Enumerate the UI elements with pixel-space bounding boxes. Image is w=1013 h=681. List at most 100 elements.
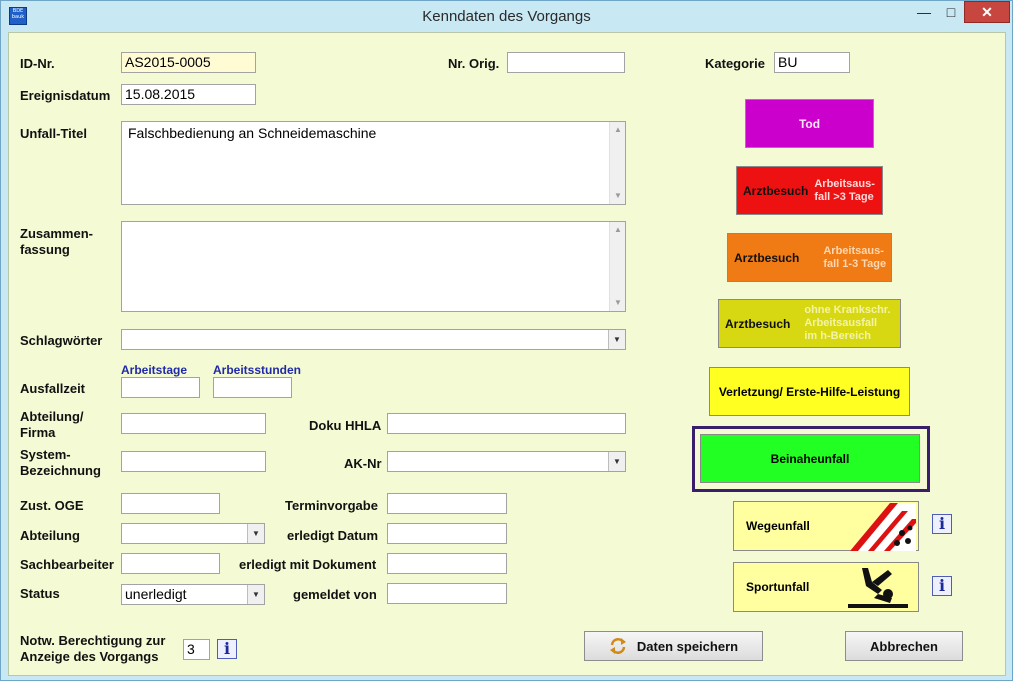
system-bezeichnung-field[interactable] <box>121 451 266 472</box>
scrollbar[interactable]: ▲ ▼ <box>609 122 625 204</box>
zust-oge-label: Zust. OGE <box>20 498 84 513</box>
wegeunfall-button[interactable]: Wegeunfall <box>733 501 919 551</box>
sportunfall-info-icon[interactable]: i <box>932 576 952 596</box>
doku-hhla-field[interactable] <box>387 413 626 434</box>
arbeitsausfall-rot-label: Arbeitsaus- fall >3 Tage <box>814 178 875 204</box>
system-label-line2: Bezeichnung <box>20 463 101 478</box>
tod-button[interactable]: Tod <box>745 99 874 148</box>
erledigt-dokument-label: erledigt mit Dokument <box>239 557 377 572</box>
wegeunfall-label: Wegeunfall <box>746 519 810 533</box>
window-title: Kenndaten des Vorgangs <box>422 8 591 25</box>
scrollbar[interactable]: ▲ ▼ <box>609 222 625 311</box>
cancel-button[interactable]: Abbrechen <box>845 631 963 661</box>
arbeitstage-label: Arbeitstage <box>121 363 188 377</box>
nr-orig-field[interactable] <box>507 52 625 73</box>
scroll-down-icon[interactable]: ▼ <box>610 188 626 204</box>
sportunfall-label: Sportunfall <box>746 580 810 594</box>
chevron-down-icon[interactable]: ▼ <box>247 585 264 604</box>
beinaheunfall-label: Beinaheunfall <box>770 451 850 466</box>
maximize-button[interactable]: □ <box>938 1 964 23</box>
ak-nr-dropdown[interactable]: ▼ <box>387 451 626 472</box>
unfall-titel-value: Falschbedienung an Schneidemaschine <box>128 125 377 141</box>
arbeitsausfall-orange-line2: fall 1-3 Tage <box>823 257 887 270</box>
form-area: ID-Nr. AS2015-0005 Nr. Orig. Kategorie B… <box>8 32 1006 676</box>
arbeitsstunden-field[interactable] <box>213 377 292 398</box>
abteilung-firma-label: Abteilung/ Firma <box>20 409 84 441</box>
erledigt-dokument-field[interactable] <box>387 553 507 574</box>
doku-hhla-label: Doku HHLA <box>309 418 382 433</box>
road-hazard-icon <box>850 503 916 551</box>
ereignisdatum-field[interactable]: 15.08.2015 <box>121 84 256 105</box>
ak-nr-label: AK-Nr <box>344 456 382 471</box>
chevron-down-icon[interactable]: ▼ <box>608 452 625 471</box>
ohne-krankschr-line2: Arbeitsausfall <box>804 317 878 329</box>
arbeitstage-field[interactable] <box>121 377 200 398</box>
system-bezeichnung-label: System- Bezeichnung <box>20 447 101 479</box>
arztbesuch-rot-label: Arztbesuch <box>743 183 809 198</box>
notw-berechtigung-label: Notw. Berechtigung zur Anzeige des Vorga… <box>20 633 165 665</box>
title-bar: BDE bauk Kenndaten des Vorgangs — □ ✕ <box>1 1 1012 31</box>
close-button[interactable]: ✕ <box>964 1 1010 23</box>
kategorie-field[interactable]: BU <box>774 52 850 73</box>
terminvorgabe-field[interactable] <box>387 493 507 514</box>
zusammenfassung-label-line2: fassung <box>20 242 70 257</box>
arbeitsausfall-orange-line1: Arbeitsaus- <box>823 244 884 257</box>
abteilung-firma-label-line1: Abteilung/ <box>20 409 84 424</box>
sachbearbeiter-field[interactable] <box>121 553 220 574</box>
ohne-krankschr-line1: ohne Krankschr. <box>804 304 891 316</box>
nr-orig-label: Nr. Orig. <box>448 56 500 71</box>
abteilung-firma-field[interactable] <box>121 413 266 434</box>
scroll-up-icon[interactable]: ▲ <box>610 122 626 138</box>
zusammenfassung-label: Zusammen- fassung <box>20 226 93 258</box>
kategorie-label: Kategorie <box>705 56 765 71</box>
abteilung-firma-label-line2: Firma <box>20 425 56 440</box>
zust-oge-field[interactable] <box>121 493 220 514</box>
verletzung-label: Verletzung/ Erste-Hilfe-Leistung <box>718 384 901 399</box>
save-button[interactable]: Daten speichern <box>584 631 763 661</box>
ohne-krankschr-line3: im h-Bereich <box>804 330 871 342</box>
arbeitsausfall-orange-label: Arbeitsaus- fall 1-3 Tage <box>823 245 886 271</box>
id-label: ID-Nr. <box>20 56 55 71</box>
beinaheunfall-button[interactable]: Beinaheunfall <box>700 434 920 483</box>
info-icon[interactable]: i <box>217 639 237 659</box>
verletzung-button[interactable]: Verletzung/ Erste-Hilfe-Leistung <box>709 367 910 416</box>
arztbesuch-gelb-button[interactable]: Arztbesuch ohne Krankschr. Arbeitsausfal… <box>718 299 901 348</box>
save-button-label: Daten speichern <box>636 638 739 654</box>
abteilung-dropdown[interactable]: ▼ <box>121 523 265 544</box>
chevron-down-icon[interactable]: ▼ <box>247 524 264 543</box>
id-field[interactable]: AS2015-0005 <box>121 52 256 73</box>
schlagwoerter-label: Schlagwörter <box>20 333 103 348</box>
arztbesuch-rot-button[interactable]: Arztbesuch Arbeitsaus- fall >3 Tage <box>736 166 883 215</box>
arbeitsausfall-rot-line1: Arbeitsaus- <box>814 177 875 190</box>
schlagwoerter-dropdown[interactable]: ▼ <box>121 329 626 350</box>
notw-berechtigung-field[interactable]: 3 <box>183 639 210 660</box>
system-label-line1: System- <box>20 447 71 462</box>
arztbesuch-orange-label: Arztbesuch <box>734 250 800 265</box>
notw-label-line2: Anzeige des Vorgangs <box>20 649 159 664</box>
wegeunfall-info-icon[interactable]: i <box>932 514 952 534</box>
zusammenfassung-textarea[interactable]: ▲ ▼ <box>121 221 626 312</box>
gemeldet-von-field[interactable] <box>387 583 507 604</box>
sportunfall-button[interactable]: Sportunfall <box>733 562 919 612</box>
sachbearbeiter-label: Sachbearbeiter <box>20 557 114 572</box>
arztbesuch-orange-button[interactable]: Arztbesuch Arbeitsaus- fall 1-3 Tage <box>727 233 892 282</box>
status-value: unerledigt <box>125 586 187 602</box>
status-label: Status <box>20 586 60 601</box>
ohne-krankschr-label: ohne Krankschr. Arbeitsausfall im h-Bere… <box>804 304 890 343</box>
unfall-titel-label: Unfall-Titel <box>20 126 87 141</box>
erledigt-datum-field[interactable] <box>387 523 507 544</box>
arbeitsausfall-rot-line2: fall >3 Tage <box>814 190 874 203</box>
arbeitsstunden-label: Arbeitsstunden <box>213 363 302 377</box>
unfall-titel-textarea[interactable]: Falschbedienung an Schneidemaschine ▲ ▼ <box>121 121 626 205</box>
status-dropdown[interactable]: unerledigt ▼ <box>121 584 265 605</box>
refresh-icon <box>609 638 626 654</box>
terminvorgabe-label: Terminvorgabe <box>285 498 378 513</box>
zusammenfassung-label-line1: Zusammen- <box>20 226 93 241</box>
minimize-button[interactable]: — <box>911 1 937 23</box>
scroll-up-icon[interactable]: ▲ <box>610 222 626 238</box>
scroll-down-icon[interactable]: ▼ <box>610 295 626 311</box>
dialog-window: BDE bauk Kenndaten des Vorgangs — □ ✕ ID… <box>0 0 1013 681</box>
chevron-down-icon[interactable]: ▼ <box>608 330 625 349</box>
gemeldet-von-label: gemeldet von <box>293 587 377 602</box>
sport-fall-icon <box>848 568 908 608</box>
